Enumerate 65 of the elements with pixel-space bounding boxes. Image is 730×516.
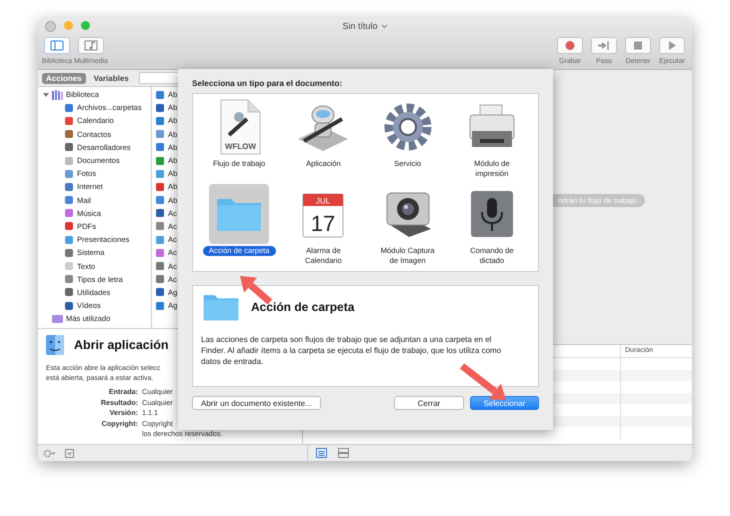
music-note-icon — [83, 39, 99, 52]
dialog-button[interactable]: Cerrar — [394, 396, 464, 410]
action-icon — [155, 156, 165, 166]
category-icon — [64, 208, 74, 218]
list-view-icon — [316, 448, 327, 458]
action-icon — [155, 116, 165, 126]
finder-icon — [46, 335, 64, 355]
tab[interactable]: Variables — [90, 72, 133, 84]
close-button[interactable] — [45, 21, 56, 32]
action-icon — [155, 90, 165, 100]
toolbar-button[interactable] — [557, 37, 583, 54]
category-icon — [64, 102, 74, 113]
category-icon — [64, 274, 74, 284]
category-icon — [64, 116, 74, 126]
action-icon — [155, 182, 165, 192]
dialog-button[interactable]: Abrir un documento existente... — [192, 396, 321, 410]
toolbar-button[interactable] — [44, 37, 70, 54]
toolbar-button[interactable] — [625, 37, 651, 54]
toolbar-button[interactable] — [78, 37, 104, 54]
action-icon — [155, 234, 165, 245]
books-icon — [52, 90, 63, 100]
toolbar-button[interactable] — [591, 37, 617, 54]
action-icon — [155, 208, 165, 218]
action-icon — [155, 221, 165, 232]
action-icon — [155, 102, 165, 113]
category-icon — [64, 129, 74, 140]
folder-icon — [52, 314, 63, 324]
minimize-button[interactable] — [64, 21, 73, 30]
action-icon — [155, 274, 165, 284]
step-icon — [596, 39, 612, 52]
window-title: Sin título — [342, 21, 378, 31]
dialog-prompt: Selecciona un tipo para el documento: — [192, 79, 344, 88]
sidebar-icon — [49, 39, 65, 52]
action-icon — [155, 300, 165, 311]
chevron-down-icon — [380, 24, 388, 28]
zoom-button[interactable] — [81, 21, 90, 30]
gear-icon — [382, 101, 434, 153]
category-icon — [64, 156, 74, 166]
split-view-icon — [338, 448, 349, 458]
disclosure-triangle-icon[interactable] — [43, 92, 49, 98]
microphone-icon — [470, 190, 514, 238]
category-icon — [64, 168, 74, 179]
category-icon — [64, 142, 74, 152]
action-title: Abrir aplicación — [74, 338, 168, 352]
action-icon — [155, 261, 165, 272]
folder-icon — [201, 292, 241, 322]
category-icon — [64, 248, 74, 258]
action-icon — [155, 195, 165, 206]
category-icon — [64, 287, 74, 298]
toolbar-button[interactable] — [659, 37, 685, 54]
category-icon — [64, 182, 74, 192]
action-icon — [155, 129, 165, 140]
action-icon — [155, 142, 165, 152]
type-description: Las acciones de carpeta son flujos de trabajo que se adjuntan a una carpeta en el Finder. Al añadir ítems a la carpeta se ejecuta el flujo de trabajo, que los utiliza como datos de entrada. — [201, 334, 502, 367]
action-icon — [155, 248, 165, 258]
category-icon — [64, 234, 74, 245]
type-title: Acción de carpeta — [251, 300, 354, 314]
gear-icon — [43, 448, 57, 458]
collapse-icon — [65, 448, 74, 458]
category-icon — [64, 221, 74, 232]
action-icon — [155, 168, 165, 179]
category-icon — [64, 300, 74, 311]
action-icon — [155, 287, 165, 298]
category-icon — [64, 261, 74, 272]
category-icon — [64, 195, 74, 206]
